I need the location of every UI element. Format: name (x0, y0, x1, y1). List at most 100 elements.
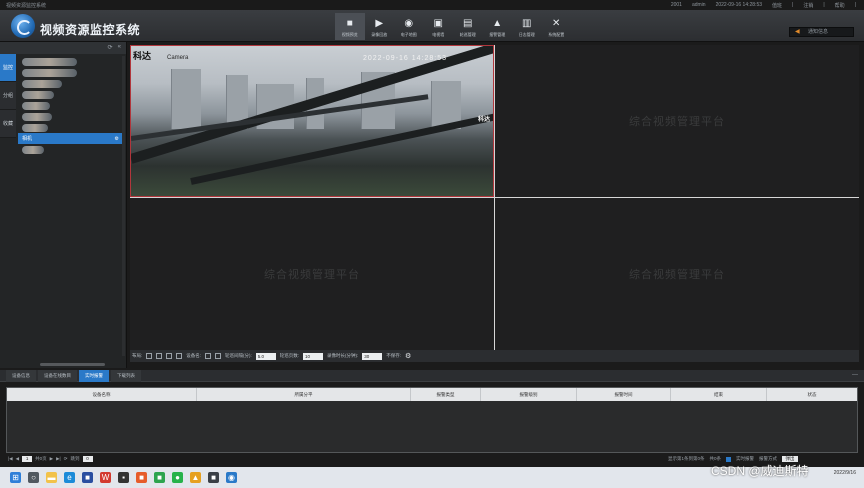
refresh-icon[interactable]: ⟳ (108, 44, 113, 52)
tree-horizontal-scrollbar[interactable] (40, 363, 105, 366)
panel-tabs: 监控 分组 收藏 (0, 54, 16, 138)
gear-icon[interactable]: ⚙ (405, 352, 411, 360)
prev-page-icon[interactable]: ◀ (16, 456, 19, 462)
tree-item[interactable] (18, 144, 125, 155)
tab-download-list[interactable]: 下载列表 (111, 370, 141, 382)
nav-alarm[interactable]: ▲ 报警管理 (483, 13, 513, 40)
log-icon: ▥ (522, 18, 532, 29)
jump-input[interactable]: 0 (82, 456, 93, 462)
app-icon[interactable]: ■ (208, 472, 219, 483)
video-window-2[interactable]: 综合视频管理平台 (495, 45, 859, 197)
separator: | (854, 2, 856, 8)
user-id: 2001 (670, 2, 682, 8)
video-window-4[interactable]: 综合视频管理平台 (495, 198, 859, 350)
last-page-icon[interactable]: ▶| (56, 456, 61, 462)
nav-label: 录像回放 (371, 32, 388, 37)
clock: 2022-09-16 14:28:53 (715, 2, 763, 8)
duration-select[interactable]: 30 (362, 352, 383, 360)
realtime-checkbox[interactable] (726, 456, 731, 462)
office-icon[interactable]: W (100, 472, 111, 483)
column-header[interactable]: 所属分平 (197, 388, 411, 401)
fullscreen-icon[interactable] (176, 353, 183, 359)
pages-select[interactable]: 10 (303, 352, 324, 360)
user-status: 2001 admin 2022-09-16 14:28:53 值班 | 注销 |… (671, 2, 856, 9)
redacted-label (22, 112, 52, 121)
tv-wall-icon: ▣ (433, 18, 443, 29)
column-header[interactable]: 报警时间 (577, 388, 671, 401)
panel-header: ⟳ « (0, 42, 126, 54)
redacted-label (22, 101, 50, 110)
nav-label: 电子地图 (400, 32, 417, 37)
tree-item[interactable] (18, 111, 125, 122)
tree-vertical-scrollbar[interactable] (122, 56, 125, 356)
tree-item[interactable] (18, 100, 125, 111)
logout-link[interactable]: 注销 (803, 2, 813, 9)
tree-item[interactable] (18, 89, 125, 100)
layout-1x1-icon[interactable] (146, 353, 153, 359)
layout-3x3-icon[interactable] (166, 353, 173, 359)
video-window-3[interactable]: 综合视频管理平台 (130, 198, 494, 350)
nav-video-preview[interactable]: ■ 视频预览 (335, 13, 365, 40)
column-header[interactable]: 状态 (767, 388, 857, 401)
tree-item[interactable] (18, 122, 125, 133)
nav-tv-wall[interactable]: ▣ 电视墙 (424, 13, 454, 40)
search-icon[interactable]: ○ (28, 472, 39, 483)
redacted-label (22, 90, 54, 99)
tab-realtime-alarm[interactable]: 实时报警 (79, 370, 109, 382)
start-icon[interactable]: ⊞ (10, 472, 21, 483)
video-app-icon[interactable]: ◉ (226, 472, 237, 483)
nav-label: 视频预览 (341, 32, 358, 37)
minimize-panel-icon[interactable]: — (852, 372, 858, 378)
edge-icon[interactable]: e (64, 472, 75, 483)
tray-date: 2022/9/16 (833, 470, 856, 476)
refresh-icon[interactable]: ⟳ (64, 456, 68, 462)
tab-favorite[interactable]: 收藏 (0, 110, 16, 138)
device-label: 设备名: (186, 353, 202, 358)
column-header[interactable]: 设备名称 (7, 388, 197, 401)
device-picker-icon[interactable] (205, 353, 212, 359)
platform-watermark: 综合视频管理平台 (264, 269, 360, 281)
tree-item[interactable] (18, 56, 125, 67)
first-page-icon[interactable]: |◀ (8, 456, 13, 462)
duty-link[interactable]: 值班 (772, 2, 782, 9)
resource-panel: ⟳ « 监控 分组 收藏 相机 ⚙ (0, 42, 127, 368)
app-icon[interactable]: ■ (82, 472, 93, 483)
user-name: admin (691, 2, 706, 8)
tab-device-online[interactable]: 设备在线数目 (38, 370, 77, 382)
vlc-icon[interactable]: ▲ (190, 472, 201, 483)
interval-select[interactable]: 5.0 (255, 352, 276, 360)
snapshot-icon[interactable] (215, 353, 222, 359)
tab-group[interactable]: 分组 (0, 82, 16, 110)
nav-map[interactable]: ◉ 电子地图 (394, 13, 424, 40)
layout-2x2-icon[interactable] (156, 353, 163, 359)
column-header[interactable]: 结束 (671, 388, 767, 401)
terminal-icon[interactable]: ▪ (118, 472, 129, 483)
app-icon[interactable]: ■ (154, 472, 165, 483)
camera-feed (131, 46, 493, 196)
next-page-icon[interactable]: ▶ (50, 456, 53, 462)
arrow-left-icon: ◀ (795, 29, 800, 35)
nav-playback[interactable]: ▶ 录像回放 (365, 13, 395, 40)
tree-item[interactable] (18, 78, 125, 89)
redacted-label (22, 57, 77, 66)
collapse-icon[interactable]: « (118, 44, 121, 52)
help-link[interactable]: 帮助 (835, 2, 845, 9)
tab-device-info[interactable]: 设备信息 (6, 370, 36, 382)
nav-log[interactable]: ▥ 日志管理 (512, 13, 542, 40)
tab-monitor[interactable]: 监控 (0, 54, 16, 82)
notice-input[interactable]: ◀ 通知信息 (789, 27, 854, 37)
column-header[interactable]: 报警级别 (481, 388, 577, 401)
playback-icon: ▶ (375, 18, 384, 29)
video-window-1[interactable]: 科达 Camera 2022-09-16 14:28:53 科达 (130, 45, 494, 197)
redacted-label (22, 123, 48, 132)
wechat-icon[interactable]: ● (172, 472, 183, 483)
column-header[interactable]: 报警类型 (411, 388, 481, 401)
app-icon[interactable]: ■ (136, 472, 147, 483)
nav-cycle[interactable]: ▤ 轮巡管理 (453, 13, 483, 40)
settings-icon[interactable]: ⚙ (115, 136, 119, 142)
tree-item[interactable] (18, 67, 125, 78)
folder-icon[interactable]: ▬ (46, 472, 57, 483)
nav-settings[interactable]: ✕ 系统配置 (542, 13, 572, 40)
tree-item-selected[interactable]: 相机 ⚙ (18, 133, 125, 144)
page-input[interactable]: 1 (22, 456, 33, 462)
